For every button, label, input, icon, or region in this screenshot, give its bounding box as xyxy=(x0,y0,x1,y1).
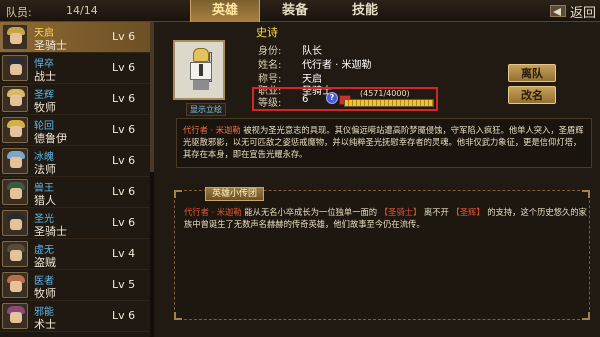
name-value: 代行者 · 米迦勒 xyxy=(302,60,372,71)
team-label: 队员: xyxy=(6,6,32,19)
hero-level: Lv 5 xyxy=(112,278,136,291)
hero-class: 术士 xyxy=(34,318,56,331)
hero-class: 德鲁伊 xyxy=(34,132,67,145)
roster-item[interactable]: 医者 牧师 Lv 5 xyxy=(0,270,150,301)
hero-portrait-icon xyxy=(2,179,28,205)
hero-level: Lv 6 xyxy=(112,309,136,322)
xp-text: (4571/4000) xyxy=(360,89,410,98)
hero-portrait-icon xyxy=(2,55,28,81)
top-bar: 队员: 14/14 英雄 装备 技能 返回 xyxy=(0,0,600,22)
story-tab-label: 英雄小传团 xyxy=(205,187,265,201)
hero-portrait-card[interactable] xyxy=(173,40,225,100)
roster-item[interactable]: 圣辉 牧师 Lv 6 xyxy=(0,84,150,115)
hero-portrait-icon xyxy=(2,210,28,236)
identity-label: 身份: xyxy=(258,46,282,57)
back-label: 返回 xyxy=(569,5,596,21)
hero-level: Lv 6 xyxy=(112,154,136,167)
hero-level: Lv 6 xyxy=(112,30,136,43)
roster-item[interactable]: 悍卒 战士 Lv 6 xyxy=(0,53,150,84)
back-button[interactable]: 返回 xyxy=(549,2,596,21)
hero-portrait-icon xyxy=(2,148,28,174)
xp-progress-bar xyxy=(344,99,434,107)
tab-hero[interactable]: 英雄 xyxy=(190,0,260,22)
description-text: 被视为圣光意志的具现。其仪偏远嗬站遭高阶梦魇侵蚀，守军陷入疯狂。他单人突入，圣盾… xyxy=(183,125,584,159)
hero-class: 牧师 xyxy=(34,287,56,300)
roster-item[interactable]: 圣光 圣骑士 Lv 6 xyxy=(0,208,150,239)
hero-portrait-icon xyxy=(2,303,28,329)
hero-class: 圣骑士 xyxy=(34,225,67,238)
hero-level: Lv 6 xyxy=(112,185,136,198)
hero-class: 圣骑士 xyxy=(34,39,67,52)
roster-item[interactable]: 虚无 盗贼 Lv 4 xyxy=(0,239,150,270)
hero-portrait-icon xyxy=(2,241,28,267)
hero-level: Lv 4 xyxy=(112,247,136,260)
tab-equipment[interactable]: 装备 xyxy=(260,0,330,22)
level-value: 6 xyxy=(302,94,309,105)
hero-description: 代行者 · 米迦勒 被视为圣光意志的具现。其仪偏远嗬站遭高阶梦魇侵蚀，守军陷入疯… xyxy=(176,118,592,168)
story-text-pre: 能从无名小卒成长为一位独单一面的 xyxy=(244,207,378,217)
story-class: 【圣骑士】 xyxy=(379,207,422,217)
story-text-mid: 离不开 xyxy=(423,207,449,217)
rarity-label: 史诗 xyxy=(256,26,278,39)
game-screen: 队员: 14/14 英雄 装备 技能 返回 天启 圣骑士 Lv 6 悍卒 战士 Lv 6圣… xyxy=(0,0,600,337)
tab-skills[interactable]: 技能 xyxy=(330,0,400,22)
name-label: 姓名: xyxy=(258,60,282,71)
hero-level: Lv 6 xyxy=(112,216,136,229)
story-hero-name: 代行者 · 米迦勒 xyxy=(184,207,242,217)
xp-progress-fill xyxy=(345,100,433,106)
hero-class: 法师 xyxy=(34,163,56,176)
level-label: 等级: xyxy=(258,98,282,109)
story-text-block: 代行者 · 米迦勒 能从无名小卒成长为一位独单一面的 【圣骑士】 离不开 【圣辉… xyxy=(184,206,588,230)
description-hero-name: 代行者 · 米迦勒 xyxy=(183,125,241,135)
roster-item[interactable]: 兽王 猎人 Lv 6 xyxy=(0,177,150,208)
team-count: 14/14 xyxy=(66,4,98,17)
rename-button[interactable]: 改名 xyxy=(508,86,556,104)
roster-item[interactable]: 冰魄 法师 Lv 6 xyxy=(0,146,150,177)
identity-value: 队长 xyxy=(302,46,322,57)
hero-class: 猎人 xyxy=(34,194,56,207)
hero-portrait-icon xyxy=(2,117,28,143)
roster-item[interactable]: 天启 圣骑士 Lv 6 xyxy=(0,22,150,53)
roster-item[interactable]: 邪能 术士 Lv 6 xyxy=(0,301,150,332)
show-art-button[interactable]: 显示立绘 xyxy=(186,103,226,116)
hero-level: Lv 6 xyxy=(112,92,136,105)
hero-portrait-icon xyxy=(2,24,28,50)
tab-bar: 英雄 装备 技能 xyxy=(190,0,400,22)
knight-sprite xyxy=(187,48,215,92)
back-arrow-icon xyxy=(549,5,566,17)
hero-class: 战士 xyxy=(34,70,56,83)
hero-level: Lv 6 xyxy=(112,123,136,136)
hero-class: 牧师 xyxy=(34,101,56,114)
story-faith: 【圣辉】 xyxy=(451,207,485,217)
hero-portrait-icon xyxy=(2,86,28,112)
hero-portrait-icon xyxy=(2,272,28,298)
hero-level: Lv 6 xyxy=(112,61,136,74)
leave-team-button[interactable]: 离队 xyxy=(508,64,556,82)
hero-roster: 天启 圣骑士 Lv 6 悍卒 战士 Lv 6 圣辉 牧师 Lv 6 轮回 德鲁伊 Lv 6 冰魄 法师 Lv… xyxy=(0,22,154,337)
roster-item[interactable]: 轮回 德鲁伊 Lv 6 xyxy=(0,115,150,146)
help-icon[interactable]: ? xyxy=(326,92,338,104)
hero-class: 盗贼 xyxy=(34,256,56,269)
